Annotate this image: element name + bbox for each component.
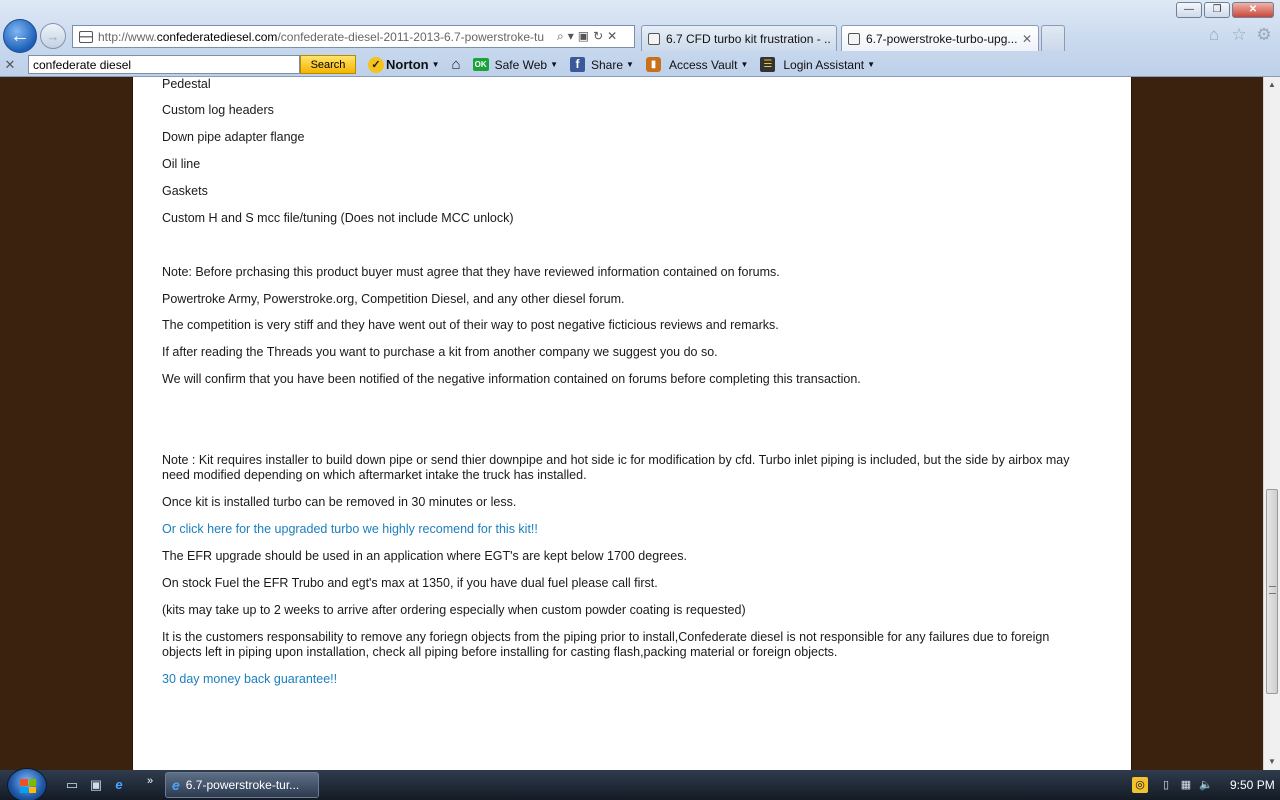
minimize-button[interactable]: — [1176, 2, 1202, 18]
start-button[interactable] [7, 768, 47, 800]
safe-web-menu[interactable]: OK Safe Web ▼ [472, 57, 558, 72]
url-path: /confederate-diesel-2011-2013-6.7-powers… [277, 29, 545, 44]
home-icon[interactable]: ⌂ [1205, 26, 1223, 44]
efr-note: The EFR upgrade should be used in an app… [162, 549, 687, 563]
back-arrow-icon: ← [10, 24, 30, 47]
scrollbar-thumb[interactable] [1266, 489, 1278, 694]
access-vault-menu[interactable]: ▮ Access Vault ▼ [645, 57, 749, 72]
scroll-down-icon[interactable]: ▼ [1264, 754, 1280, 770]
competition-note: The competition is very stiff and they h… [162, 318, 779, 332]
url-domain: confederatediesel.com [156, 29, 278, 44]
window-controls: — ❐ ✕ [1176, 2, 1274, 18]
login-assistant-label: Login Assistant [783, 57, 865, 72]
taskbar-browser-window[interactable]: e 6.7-powerstroke-tur... [165, 772, 319, 798]
chevron-down-icon: ▼ [626, 60, 634, 69]
vault-icon: ▮ [645, 57, 661, 72]
responsibility-note: It is the customers responsability to re… [162, 630, 1050, 659]
chevron-down-icon: ▼ [867, 60, 875, 69]
dropdown-caret-icon[interactable]: ▾ [568, 29, 574, 44]
home-icon: ⌂ [451, 56, 461, 73]
taskbar-window-label: 6.7-powerstroke-tur... [185, 778, 300, 792]
gear-icon[interactable]: ⚙ [1255, 26, 1273, 44]
close-window-button[interactable]: ✕ [1232, 2, 1274, 18]
login-assistant-icon: ☰ [760, 57, 776, 72]
norton-tray-icon[interactable]: ◎ [1132, 777, 1148, 793]
forward-arrow-icon: → [46, 28, 60, 44]
safe-web-ok-icon: OK [472, 58, 489, 71]
show-desktop-icon[interactable]: ▭ [64, 777, 80, 793]
tab-close-icon[interactable]: ✕ [1022, 32, 1032, 46]
windows-logo-icon [20, 779, 36, 793]
tab-page-icon [848, 32, 860, 45]
chevron-down-icon: ▼ [550, 60, 558, 69]
compatibility-view-icon[interactable]: ▣ [578, 29, 589, 44]
tab-powerstroke-active[interactable]: 6.7-powerstroke-turbo-upg... ✕ [841, 25, 1039, 51]
favorites-star-icon[interactable]: ☆ [1230, 26, 1248, 44]
vertical-scrollbar[interactable]: ▲ ▼ [1263, 77, 1280, 770]
device-tray-icon[interactable]: ▯ [1158, 777, 1174, 793]
page-viewport: Pedestal Custom log headers Down pipe ad… [0, 77, 1263, 770]
maximize-button[interactable]: ❐ [1204, 2, 1230, 18]
toolbar-close-icon[interactable]: ✕ [0, 57, 20, 73]
chevron-down-icon: ▼ [740, 60, 749, 69]
kit-item-downpipe-flange: Down pipe adapter flange [162, 130, 305, 144]
scroll-up-icon[interactable]: ▲ [1264, 77, 1280, 93]
forum-note: Note: Before prchasing this product buye… [162, 265, 780, 279]
internet-explorer-icon[interactable]: e [111, 777, 127, 793]
install-note: Note : Kit requires installer to build d… [162, 453, 1070, 482]
login-assistant-menu[interactable]: ☰ Login Assistant ▼ [760, 57, 875, 72]
url-text[interactable]: http://www.confederatediesel.com/confede… [98, 30, 553, 44]
norton-menu[interactable]: ✓ Norton ▼ [368, 56, 440, 73]
home-button[interactable]: ⌂ [452, 56, 461, 73]
url-prefix: http://www. [98, 29, 157, 44]
money-back-link[interactable]: 30 day money back guarantee!! [162, 672, 1092, 687]
address-bar[interactable]: http://www.confederatediesel.com/confede… [72, 25, 635, 48]
search-icon[interactable]: ⌕ [557, 29, 564, 44]
switch-windows-icon[interactable]: ▣ [88, 777, 104, 793]
upgraded-turbo-link[interactable]: Or click here for the upgraded turbo we … [162, 522, 1092, 537]
system-tray: ◎ ▯ ▦ 🔈 9:50 PM [1128, 770, 1280, 800]
quicklaunch-more-icon[interactable]: » [142, 773, 158, 789]
grip-icon [1269, 586, 1276, 594]
kit-item-log-headers: Custom log headers [162, 103, 274, 117]
internet-explorer-icon: e [172, 777, 180, 793]
norton-label: Norton [386, 57, 429, 72]
volume-tray-icon[interactable]: 🔈 [1198, 777, 1214, 793]
tab-page-icon [648, 32, 660, 45]
search-toolbar: ✕ Search ✓ Norton ▼ ⌂ OK Safe Web ▼ f Sh… [0, 53, 1280, 76]
search-input[interactable] [28, 55, 300, 74]
stock-fuel-note: On stock Fuel the EFR Trubo and egt's ma… [162, 576, 658, 590]
taskbar: ▭ ▣ e » e 6.7-powerstroke-tur... ◎ ▯ ▦ 🔈… [0, 768, 1280, 800]
refresh-icon[interactable]: ↻ [593, 29, 603, 44]
page-icon [79, 30, 93, 43]
norton-check-icon: ✓ [368, 56, 384, 73]
stop-icon[interactable]: ✕ [607, 29, 617, 44]
network-tray-icon[interactable]: ▦ [1178, 777, 1194, 793]
back-button[interactable]: ← [3, 19, 37, 53]
forum-list: Powertroke Army, Powerstroke.org, Compet… [162, 292, 625, 306]
forward-button[interactable]: → [40, 23, 66, 49]
share-menu[interactable]: f Share ▼ [570, 57, 634, 72]
clock[interactable]: 9:50 PM [1230, 778, 1275, 792]
new-tab-button[interactable] [1041, 25, 1065, 51]
search-button[interactable]: Search [300, 55, 356, 74]
confirmation-note: We will confirm that you have been notif… [162, 372, 861, 386]
browser-chrome: — ❐ ✕ ← → http://www.confederatediesel.c… [0, 0, 1280, 77]
access-vault-label: Access Vault [668, 57, 738, 72]
kit-item-oil-line: Oil line [162, 157, 201, 171]
tab-cfd-turbo[interactable]: 6.7 CFD turbo kit frustration - ... [641, 25, 837, 51]
safe-web-label: Safe Web [494, 57, 548, 72]
facebook-icon: f [570, 57, 585, 72]
kit-item-pedestal: Pedestal [162, 77, 211, 91]
share-label: Share [591, 57, 624, 72]
tab-label: 6.7 CFD turbo kit frustration - ... [666, 31, 830, 46]
chevron-down-icon: ▼ [431, 60, 440, 69]
kit-item-tuning: Custom H and S mcc file/tuning (Does not… [162, 211, 514, 225]
removal-note: Once kit is installed turbo can be remov… [162, 495, 517, 509]
kit-item-gaskets: Gaskets [162, 184, 208, 198]
tab-label: 6.7-powerstroke-turbo-upg... [866, 31, 1018, 46]
product-description: Pedestal Custom log headers Down pipe ad… [132, 77, 1132, 770]
shipping-note: (kits may take up to 2 weeks to arrive a… [162, 603, 746, 617]
threads-note: If after reading the Threads you want to… [162, 345, 718, 359]
